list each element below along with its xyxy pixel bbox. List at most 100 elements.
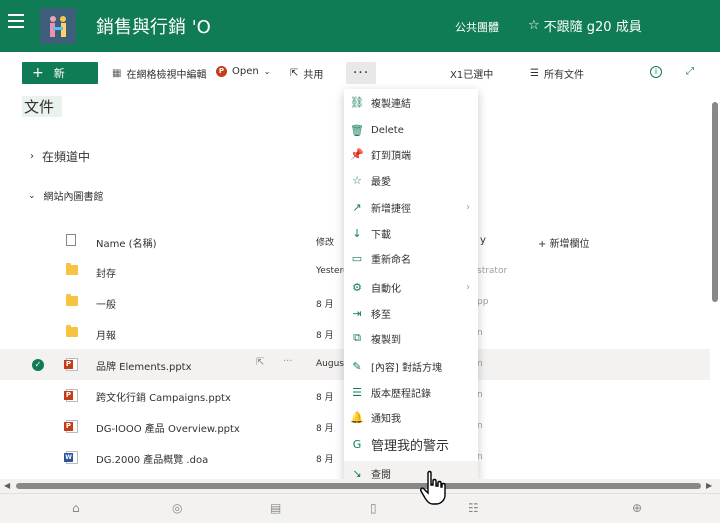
file-name[interactable]: 月報 [96,327,116,342]
chevron-down-icon: ⌄ [28,190,36,201]
file-name[interactable]: 一般 [96,296,116,311]
home-icon[interactable]: ⌂ [72,501,80,515]
chevron-right-icon: › [30,151,34,162]
new-button[interactable]: + 新 [22,62,98,84]
ellipsis-icon[interactable]: ··· [283,356,293,367]
open-button[interactable]: P Open ⌄ [216,66,270,77]
file-name[interactable]: 封存 [96,265,116,280]
scroll-right-icon[interactable]: ▶ [706,481,712,490]
context-menu: ⛓ 複製連結 🗑 Delete 📌 釘到頂端 ☆ 最愛 ↗ 新增捷徑 › ↓ 下載 ▭ 重新命名 ⚙ 自動化 › ⇥… [344,89,478,489]
site-library-label: 網站內圖書館 [43,192,104,203]
info-icon: i [650,66,662,78]
trending-section[interactable]: › 在頻道中 [30,148,90,165]
file-name[interactable]: DG-IOOO 產品 Overview.pptx [96,420,240,435]
history-icon: ☰ [352,385,362,399]
pencil-icon: ✎ [352,359,362,373]
menu-item-label: 下載 [371,229,391,241]
alert-icon: G [352,437,362,451]
menu-item-star[interactable]: ☆ 最愛 [344,168,478,192]
rename-icon: ▭ [351,251,363,265]
view-switcher[interactable]: ☰ 所有文件 [530,66,584,81]
list-view-icon: ☰ [530,68,539,79]
modified-column-header[interactable]: 修改 [316,235,334,248]
horizontal-scrollbar[interactable]: ◀ ▶ [0,479,720,493]
download-icon: ↓ [352,226,362,240]
horizontal-scroll-thumb[interactable] [16,483,701,489]
menu-item-alert[interactable]: G 管理我的警示 [344,432,478,456]
share-label: 共用 [303,70,324,81]
edit-grid-button[interactable]: ▦ 在網格檢視中編輯 [112,66,206,81]
folder-icon [66,294,78,306]
file-type-icon [66,234,76,246]
edit-grid-label: 在網格檢視中編輯 [126,70,207,81]
menu-item-rename[interactable]: ▭ 重新命名 [344,246,478,270]
powerpoint-file-icon [64,358,78,371]
menu-item-bell[interactable]: 🔔 通知我 [344,405,478,429]
selection-count-button[interactable]: X1已選中 [450,66,493,81]
scroll-left-icon[interactable]: ◀ [4,481,10,490]
move-icon: ⇥ [352,306,362,320]
chevron-right-icon: › [466,281,470,293]
follow-button[interactable]: ☆ 不跟隨 g20 成員 [528,16,642,35]
automate-icon: ⚙ [352,280,362,294]
more-actions-button[interactable]: ··· [346,62,376,84]
menu-item-copy[interactable]: ⧉ 複製到 [344,326,478,350]
menu-item-label: 釘到頂端 [371,150,411,162]
modified-by: strator [477,266,508,276]
menu-item-pin[interactable]: 📌 釘到頂端 [344,142,478,166]
word-file-icon [64,451,78,464]
info-pane-button[interactable]: i [650,66,662,78]
news-icon[interactable]: ▤ [270,501,281,515]
file-name[interactable]: 品牌 Elements.pptx [96,358,192,373]
menu-item-label: 自動化 [371,283,401,295]
vertical-scrollbar[interactable] [710,92,720,477]
bell-icon: 🔔 [350,410,364,424]
menu-item-history[interactable]: ☰ 版本歷程記錄 [344,380,478,404]
modified-by-column-header[interactable]: y [480,235,486,246]
share-button[interactable]: ⇱ 共用 [290,66,323,81]
ellipsis-icon: ··· [352,65,370,81]
follow-label: 不跟隨 g20 成員 [543,20,642,35]
site-library-section[interactable]: ⌄ 網站內圖書館 [28,188,104,204]
expand-icon: ⤢ [686,66,694,77]
globe-icon[interactable]: ◎ [172,501,182,515]
add-icon[interactable]: ⊕ [632,501,642,515]
open-label: Open [232,66,259,77]
app-launcher-icon[interactable] [8,14,24,28]
share-icon: ⇱ [290,68,299,79]
bottom-navigation: ⌂ ◎ ▤ ▯ ☷ ⊕ [0,493,720,523]
list-icon[interactable]: ☷ [468,501,479,515]
file-name[interactable]: DG.2000 產品概覽 .doa [96,451,208,466]
powerpoint-file-icon [64,389,78,402]
add-column-button[interactable]: + 新增欄位 [538,235,590,250]
file-name[interactable]: 跨文化行銷 Campaigns.pptx [96,389,231,404]
menu-item-shortcut[interactable]: ↗ 新增捷徑 › [344,195,478,219]
site-logo[interactable] [40,8,76,44]
pin-icon: 📌 [350,147,364,161]
shortcut-icon: ↗ [352,200,362,214]
menu-item-automate[interactable]: ⚙ 自動化 › [344,275,478,299]
folder-icon [66,325,78,337]
star-icon: ☆ [352,173,362,187]
library-title[interactable]: 文件 [22,96,63,117]
menu-item-trash[interactable]: 🗑 Delete [344,118,478,142]
menu-item-label: [內容] 對話方塊 [371,362,442,374]
name-column-header[interactable]: Name (名稱) [96,235,156,250]
vertical-scroll-thumb[interactable] [712,102,718,302]
menu-item-download[interactable]: ↓ 下載 [344,221,478,245]
menu-item-move[interactable]: ⇥ 移至 [344,301,478,325]
menu-item-label: 重新命名 [371,254,411,266]
menu-item-link[interactable]: ⛓ 複製連結 [344,90,478,114]
expand-button[interactable]: ⤢ [686,66,694,77]
menu-item-pencil[interactable]: ✎ [內容] 對話方塊 [344,354,478,378]
modified-date: 8 月 [316,393,334,403]
copy-icon: ⧉ [353,331,361,344]
new-label: 新 [53,67,65,80]
group-type-label: 公共團體 [455,21,499,34]
selected-check-icon[interactable]: ✓ [32,359,44,371]
menu-item-label: Delete [371,124,404,136]
folder-icon [66,263,78,275]
file-icon[interactable]: ▯ [370,501,377,515]
site-title[interactable]: 銷售與行銷 'O [96,13,211,39]
share-icon[interactable]: ⇱ [256,357,264,368]
